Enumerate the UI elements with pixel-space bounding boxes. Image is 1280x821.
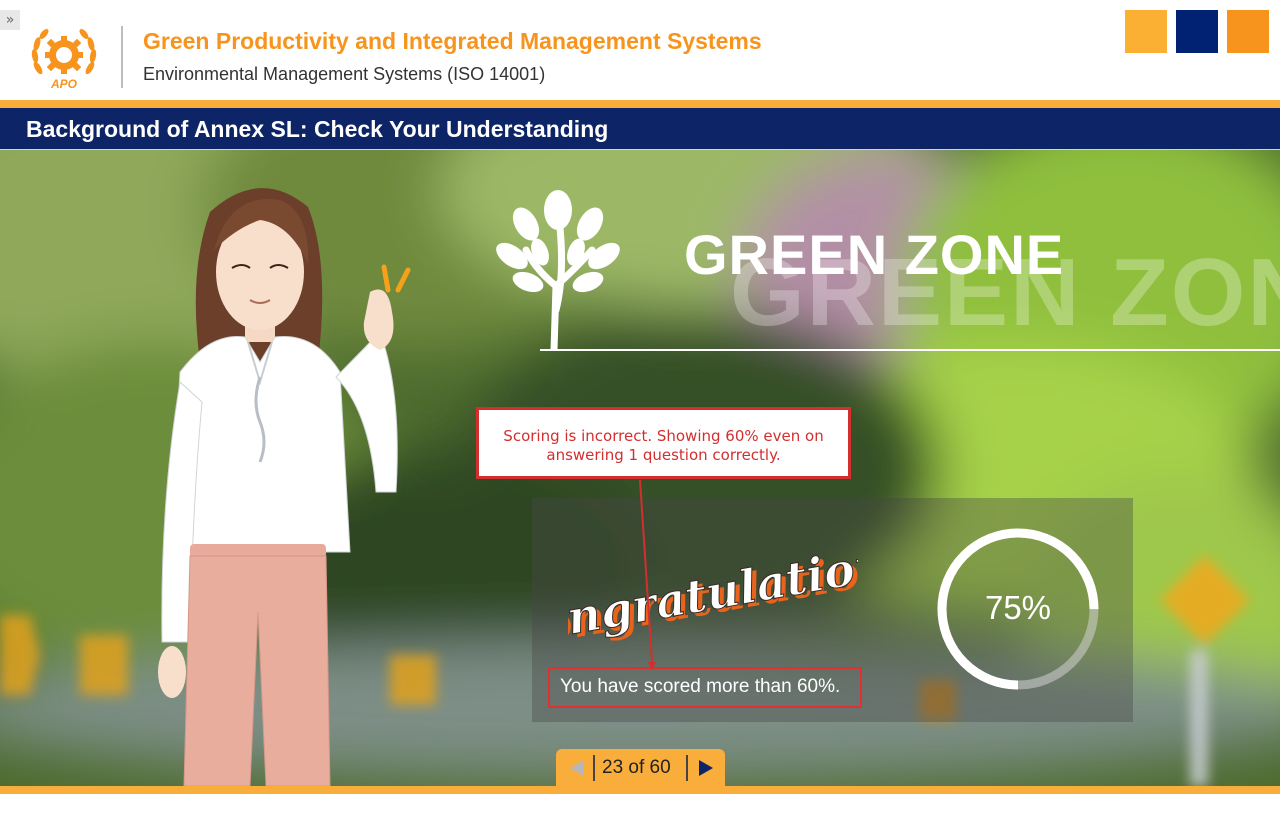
brand-square-orange — [1227, 10, 1269, 53]
logo-divider — [121, 26, 123, 88]
score-message-highlight: You have scored more than 60%. — [548, 667, 862, 708]
nav-separator — [686, 755, 688, 781]
apo-logo: APO — [31, 29, 97, 91]
svg-text:APO: APO — [50, 77, 78, 91]
svg-text:Congratulations: Congratulations — [568, 531, 858, 655]
slide-navigation: 23 of 60 — [556, 749, 725, 786]
prev-slide-icon[interactable] — [564, 755, 590, 781]
brand-square-light-orange — [1125, 10, 1167, 53]
callout-connector-line — [639, 479, 656, 670]
footer-orange-rule — [0, 786, 1280, 794]
presenter-character-illustration — [158, 188, 411, 786]
review-callout-text: Scoring is incorrect. Showing 60% even o… — [503, 427, 824, 464]
slide-title-bar: Background of Annex SL: Check Your Under… — [0, 108, 1280, 150]
header-orange-rule — [0, 100, 1280, 108]
brand-square-navy — [1176, 10, 1218, 53]
slide-title: Background of Annex SL: Check Your Under… — [26, 116, 609, 142]
page-counter: 23 of 60 — [602, 757, 671, 778]
zone-title: GREEN ZONE — [684, 223, 1065, 286]
course-header: » APO Green Productivity and Integrated … — [0, 0, 1280, 100]
tree-icon — [496, 190, 620, 350]
review-callout-box: Scoring is incorrect. Showing 60% even o… — [476, 407, 851, 479]
score-progress-ring: 75% — [932, 523, 1104, 695]
course-subtitle: Environmental Management Systems (ISO 14… — [143, 64, 546, 84]
score-message: You have scored more than 60%. — [560, 676, 841, 697]
slide-stage: GREEN ZON GREEN ZONE Congratulations Con… — [0, 150, 1280, 786]
score-value: 75% — [984, 589, 1052, 626]
course-title: Green Productivity and Integrated Manage… — [143, 28, 762, 54]
nav-separator — [593, 755, 595, 781]
expand-menu-icon[interactable]: » — [0, 10, 20, 30]
next-slide-icon[interactable] — [693, 755, 719, 781]
congratulations-graphic: Congratulations Congratulations — [568, 531, 858, 655]
